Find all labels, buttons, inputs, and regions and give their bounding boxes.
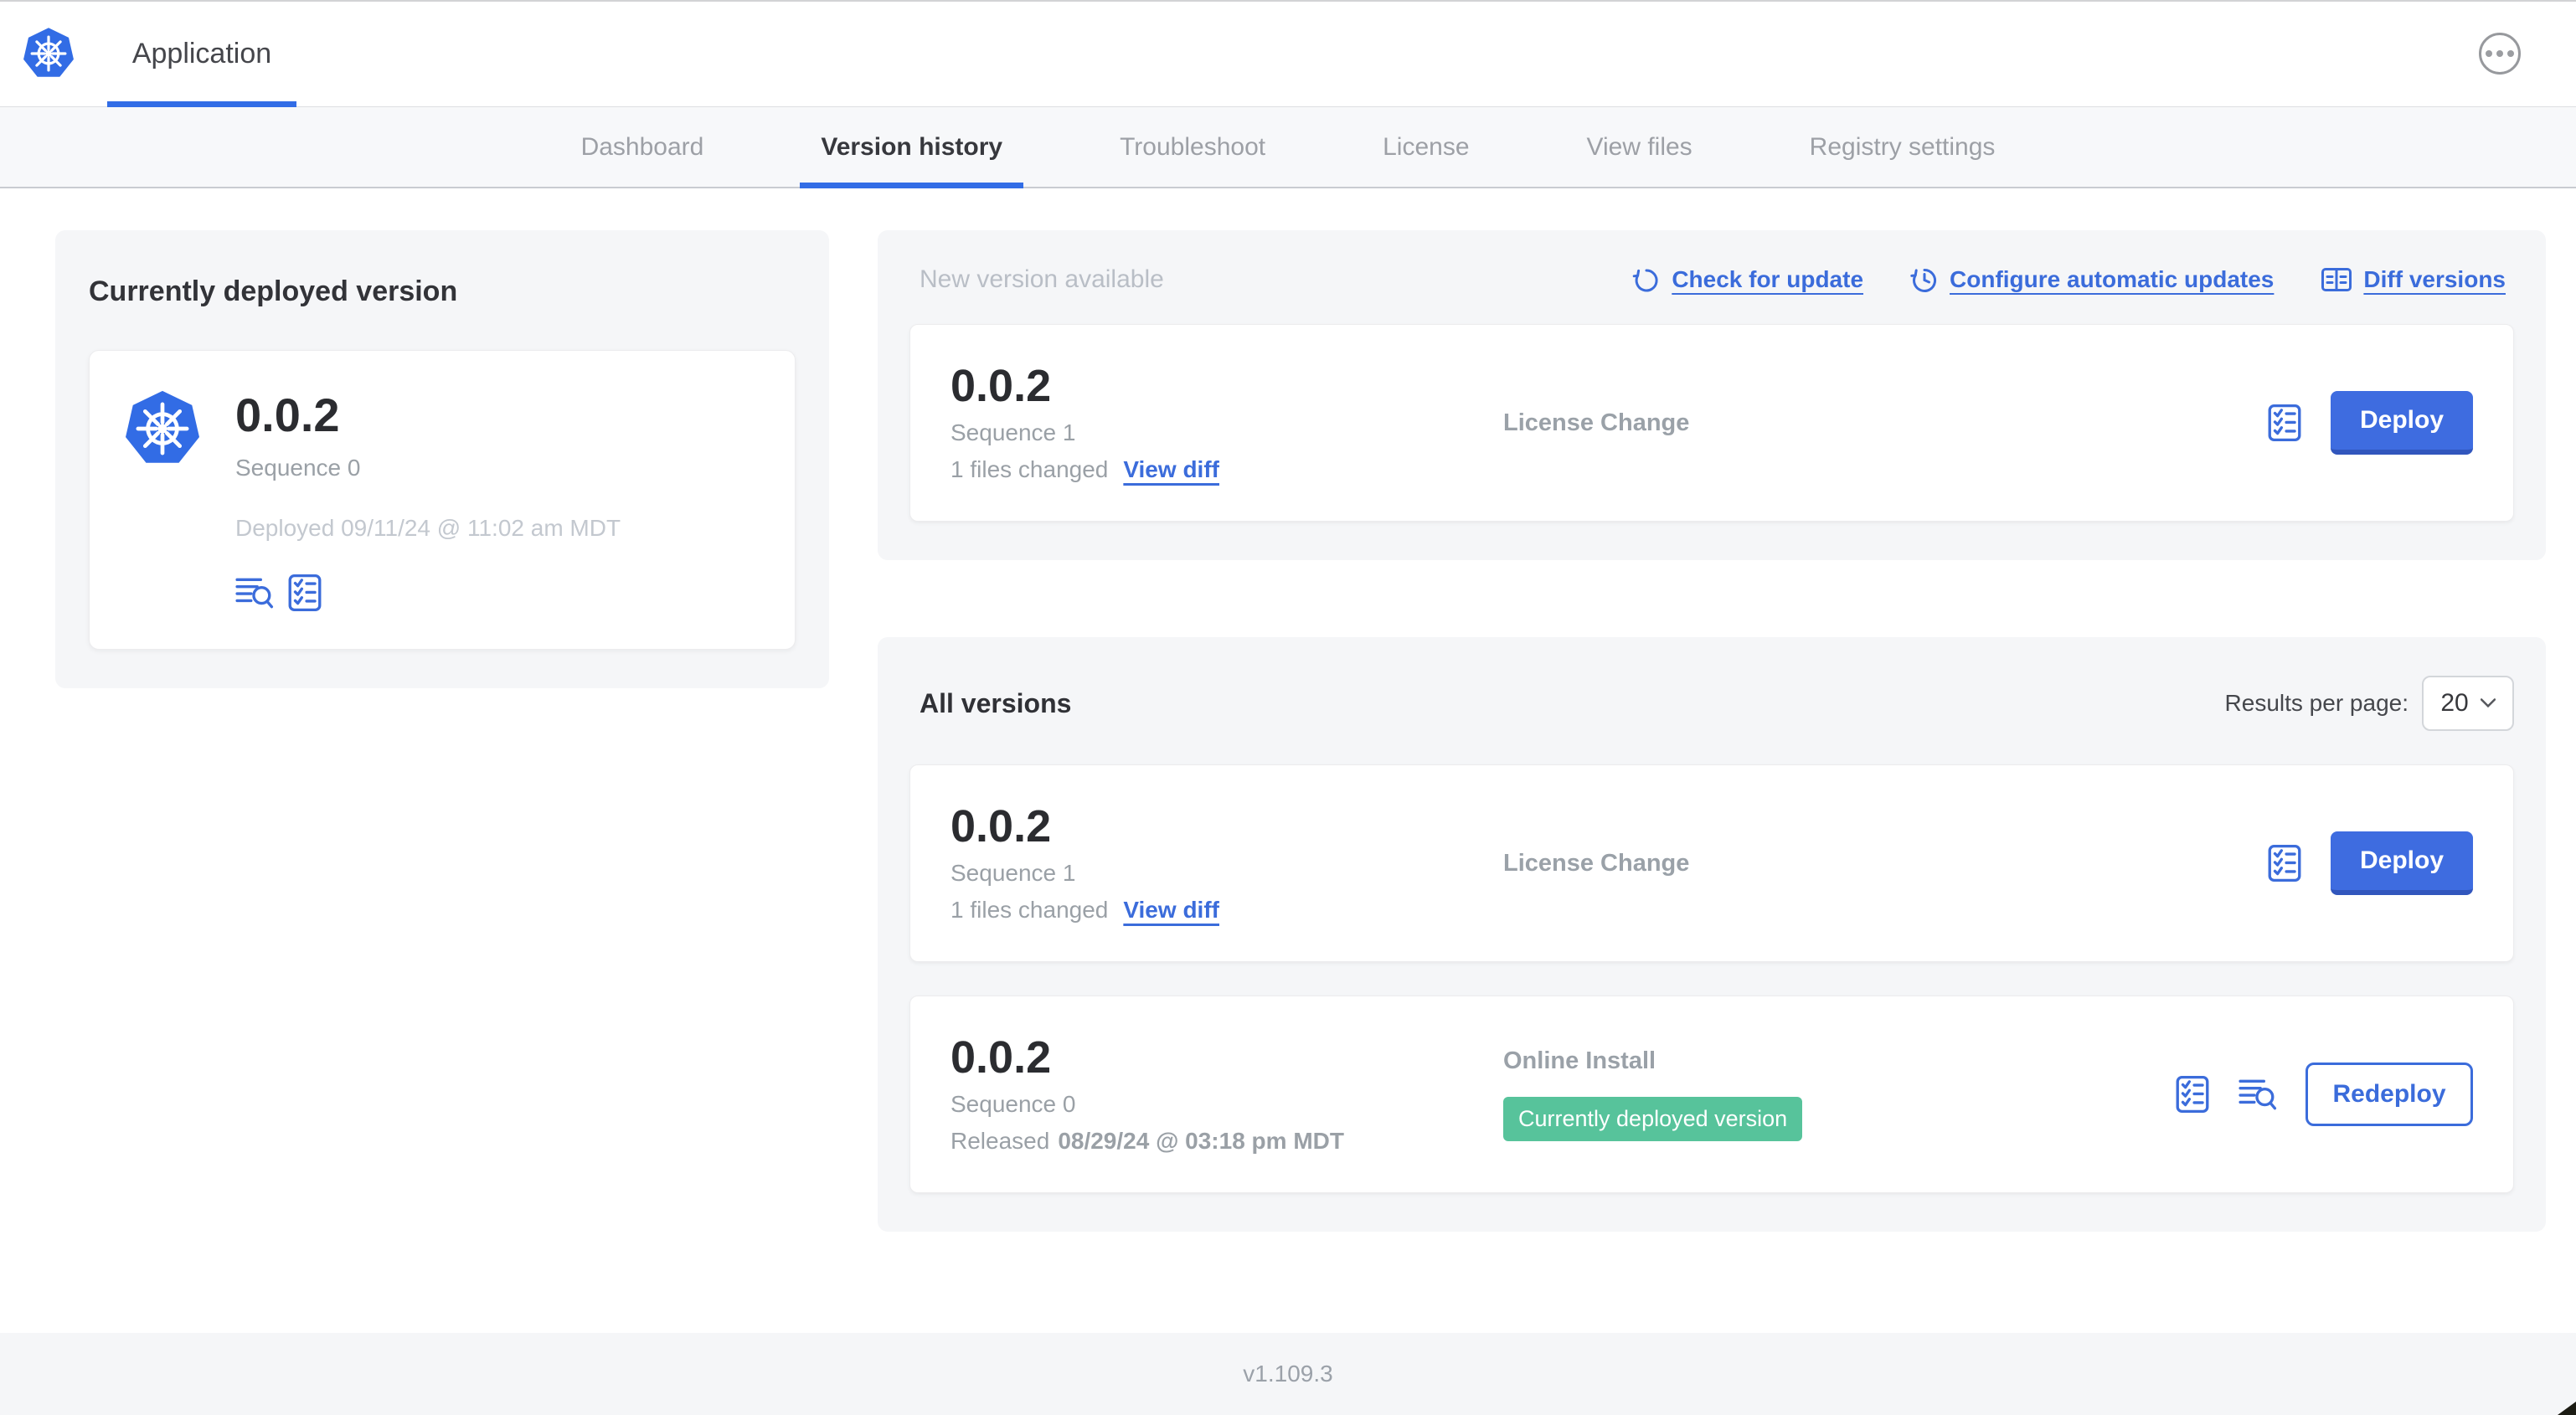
results-per-page-label: Results per page: (2224, 690, 2409, 716)
preflight-checks-icon[interactable] (2267, 404, 2302, 442)
chevron-down-icon (2480, 698, 2496, 708)
preflight-checks-icon[interactable] (287, 574, 322, 612)
view-diff-link[interactable]: View diff (1123, 456, 1219, 483)
active-tab-indicator (107, 101, 296, 107)
console-version: v1.109.3 (1243, 1361, 1333, 1387)
deployed-sequence: Sequence 0 (235, 454, 361, 481)
version-source-label: License Change (1503, 849, 1690, 877)
configure-automatic-updates-link[interactable]: Configure automatic updates (1910, 265, 2274, 294)
version-row: 0.0.2 Sequence 0 Released 08/29/24 @ 03:… (909, 996, 2514, 1193)
tab-troubleshoot[interactable]: Troubleshoot (1099, 107, 1286, 187)
schedule-update-icon (1910, 265, 1939, 294)
all-versions-title: All versions (920, 687, 1072, 718)
tab-version-history[interactable]: Version history (800, 107, 1023, 188)
version-sequence: Sequence 0 (951, 1091, 1076, 1118)
released-label: Released (951, 1128, 1050, 1155)
kubernetes-logo-icon (22, 27, 75, 80)
check-for-update-link[interactable]: Check for update (1632, 265, 1863, 294)
deployed-timestamp: Deployed 09/11/24 @ 11:02 am MDT (235, 514, 621, 541)
application-tab[interactable]: Application (107, 2, 296, 106)
refresh-icon (1632, 265, 1661, 294)
ellipsis-icon (2486, 50, 2514, 57)
new-version-panel: New version available Check for update C… (878, 230, 2546, 560)
footer: v1.109.3 (0, 1333, 2576, 1415)
results-per-page-select[interactable]: 20 (2422, 676, 2514, 731)
currently-deployed-panel: Currently deployed version 0.0.2 Sequenc… (55, 230, 829, 688)
released-date: 08/29/24 @ 03:18 pm MDT (1058, 1128, 1344, 1155)
diff-versions-link[interactable]: Diff versions (2321, 265, 2506, 294)
version-source-label: Online Install (1503, 1047, 1656, 1074)
tab-dashboard[interactable]: Dashboard (560, 107, 725, 187)
version-sequence: Sequence 1 (951, 419, 1076, 446)
new-version-title: New version available (920, 265, 1164, 293)
logs-icon[interactable] (2239, 1077, 2277, 1112)
all-versions-panel: All versions Results per page: 20 0.0.2 … (878, 637, 2546, 1232)
version-number: 0.0.2 (951, 800, 1052, 852)
right-column: New version available Check for update C… (878, 230, 2546, 1232)
deploy-button[interactable]: Deploy (2331, 831, 2473, 895)
view-diff-link[interactable]: View diff (1123, 897, 1219, 924)
version-number: 0.0.2 (951, 360, 1052, 411)
tab-registry-settings[interactable]: Registry settings (1789, 107, 2017, 187)
kubernetes-app-icon (123, 389, 202, 468)
app-header: Application (0, 0, 2576, 107)
version-row: 0.0.2 Sequence 1 1 files changed View di… (909, 764, 2514, 962)
main-content: Currently deployed version 0.0.2 Sequenc… (0, 188, 2576, 1232)
logs-icon[interactable] (235, 575, 274, 610)
preflight-checks-icon[interactable] (2175, 1075, 2210, 1114)
currently-deployed-title: Currently deployed version (89, 275, 458, 307)
tab-license[interactable]: License (1362, 107, 1490, 187)
redeploy-button[interactable]: Redeploy (2306, 1063, 2473, 1126)
new-version-card: 0.0.2 Sequence 1 1 files changed View di… (909, 324, 2514, 522)
more-options-button[interactable] (2479, 33, 2521, 75)
deployed-version-number: 0.0.2 (235, 388, 340, 441)
secondary-nav: Dashboard Version history Troubleshoot L… (0, 107, 2576, 188)
currently-deployed-card: 0.0.2 Sequence 0 Deployed 09/11/24 @ 11:… (89, 350, 796, 650)
diff-icon (2321, 265, 2352, 294)
tab-view-files[interactable]: View files (1566, 107, 1713, 187)
cursor-artifact (2558, 1402, 2576, 1415)
currently-deployed-badge: Currently deployed version (1503, 1097, 1803, 1141)
version-sequence: Sequence 1 (951, 860, 1076, 887)
preflight-checks-icon[interactable] (2267, 844, 2302, 882)
version-source-label: License Change (1503, 409, 1690, 436)
deploy-button[interactable]: Deploy (2331, 391, 2473, 455)
files-changed-label: 1 files changed (951, 897, 1109, 924)
files-changed-label: 1 files changed (951, 456, 1109, 483)
version-number: 0.0.2 (951, 1032, 1052, 1083)
